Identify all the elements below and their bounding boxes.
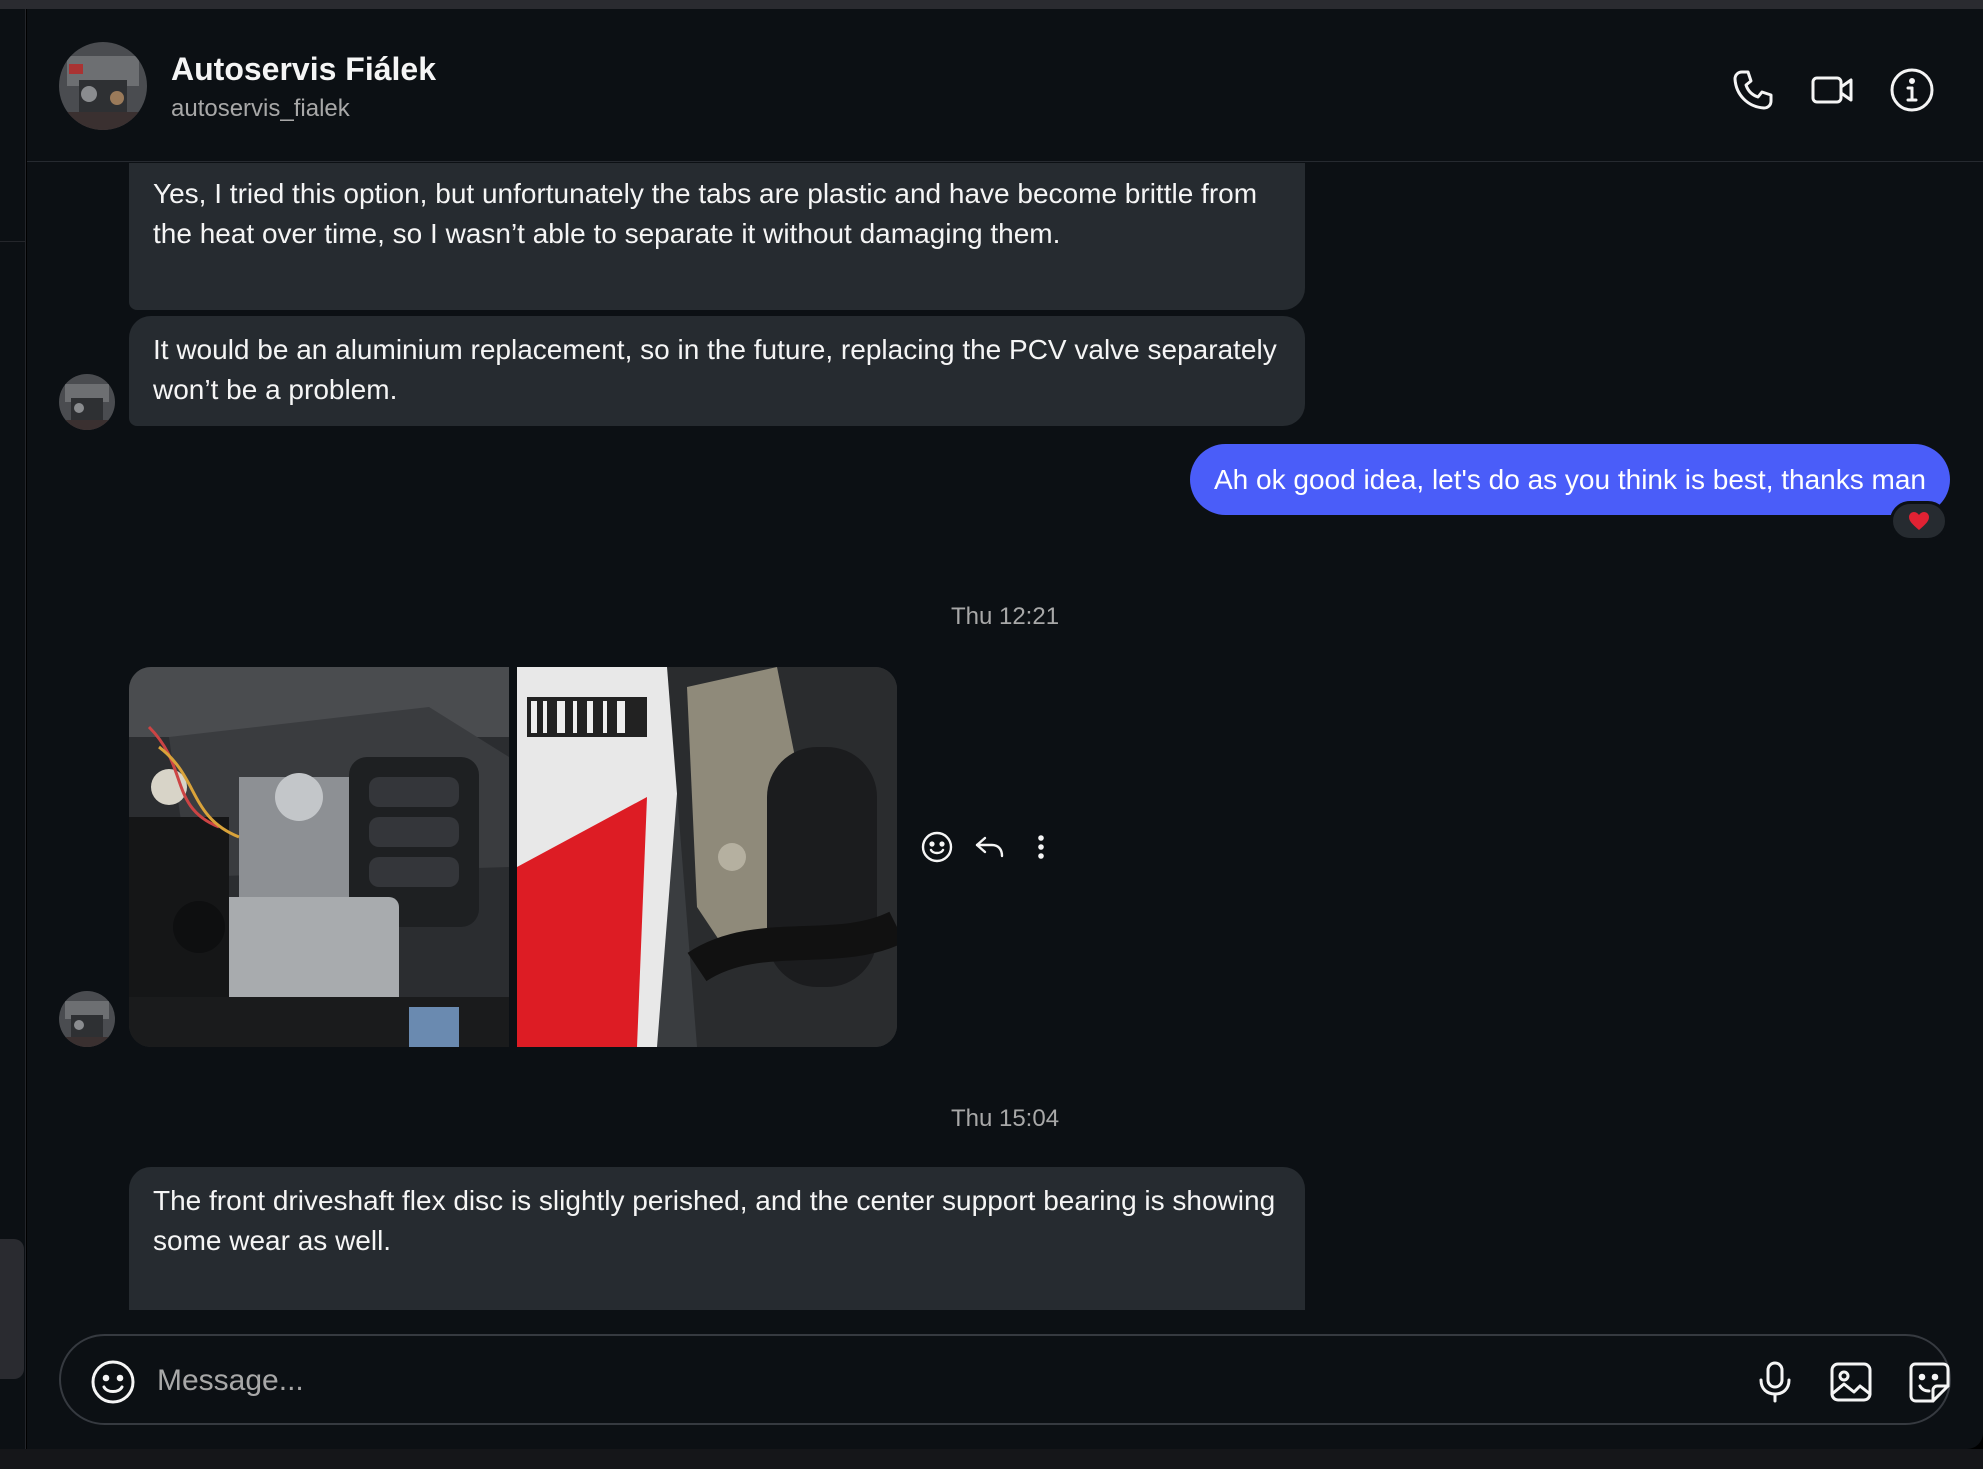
chat-header: Autoservis Fiálek autoservis_fialek [27, 9, 1983, 162]
info-icon [1890, 68, 1934, 112]
sticker-icon [1909, 1362, 1950, 1403]
video-call-button[interactable] [1807, 65, 1857, 115]
emoji-picker-button[interactable] [89, 1358, 137, 1406]
contact-avatar[interactable] [59, 42, 147, 130]
message-composer [59, 1334, 1951, 1425]
more-vertical-icon [1038, 835, 1044, 859]
contact-handle: autoservis_fialek [171, 95, 350, 122]
inbox-list-edge [0, 9, 26, 1459]
phone-icon [1733, 70, 1773, 110]
incoming-message[interactable]: Yes, I tried this option, but unfortunat… [129, 163, 1305, 310]
reply-button[interactable] [971, 829, 1007, 865]
incoming-message[interactable]: It would be an aluminium replacement, so… [129, 316, 1305, 426]
message-input[interactable] [157, 1354, 1657, 1408]
sender-avatar[interactable] [59, 991, 115, 1047]
microphone-icon [1759, 1361, 1791, 1403]
contact-name[interactable]: Autoservis Fiálek [171, 51, 436, 88]
heart-reaction[interactable] [1890, 501, 1948, 541]
message-actions [919, 829, 1059, 865]
heart-icon [1909, 512, 1929, 530]
incoming-message[interactable]: The front driveshaft flex disc is slight… [129, 1167, 1305, 1310]
inbox-item-edge[interactable] [0, 1239, 24, 1379]
replacement-part-photo[interactable] [517, 667, 897, 1047]
voice-message-button[interactable] [1749, 1356, 1801, 1408]
more-options-button[interactable] [1023, 829, 1059, 865]
conversation-info-button[interactable] [1887, 65, 1937, 115]
engine-bay-photo[interactable] [129, 667, 509, 1047]
emoji-icon [91, 1360, 135, 1404]
message-thread[interactable]: Yes, I tried this option, but unfortunat… [27, 163, 1983, 1310]
sticker-button[interactable] [1903, 1356, 1955, 1408]
sender-avatar[interactable] [59, 374, 115, 430]
emoji-icon [921, 831, 953, 863]
chat-panel: Autoservis Fiálek autoservis_fialek Yes,… [27, 9, 1983, 1449]
window-bottom-strip [0, 1449, 1983, 1469]
attach-image-button[interactable] [1825, 1356, 1877, 1408]
reply-icon [975, 836, 1004, 858]
outgoing-message[interactable]: Ah ok good idea, let's do as you think i… [1190, 444, 1950, 515]
timestamp: Thu 15:04 [950, 1105, 1060, 1132]
image-icon [1830, 1362, 1872, 1402]
video-camera-icon [1811, 76, 1853, 104]
window-top-strip [0, 0, 1983, 9]
react-button[interactable] [919, 829, 955, 865]
call-button[interactable] [1727, 65, 1777, 115]
timestamp: Thu 12:21 [950, 603, 1060, 630]
